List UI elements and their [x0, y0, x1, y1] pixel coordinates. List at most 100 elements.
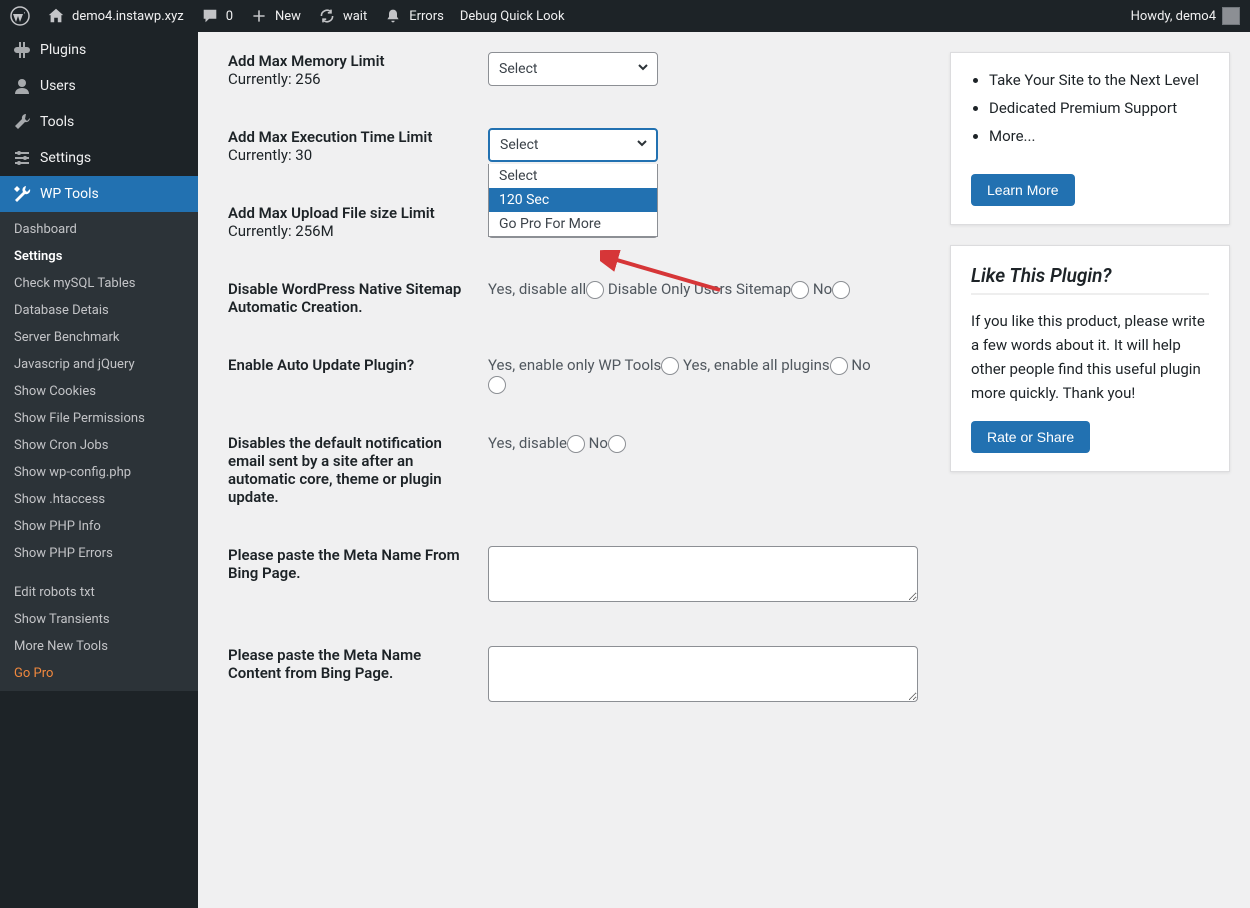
- errors-label: Errors: [409, 9, 444, 24]
- comments-count: 0: [226, 9, 233, 24]
- option-gopro[interactable]: Go Pro For More: [489, 212, 657, 236]
- sidebar-label: WP Tools: [40, 186, 99, 202]
- comment-icon: [200, 6, 220, 26]
- sub-cron[interactable]: Show Cron Jobs: [0, 432, 198, 459]
- radio-sitemap-users[interactable]: [791, 281, 809, 299]
- radio-label: Disable Only Users Sitemap: [608, 280, 791, 298]
- sidebar-label: Tools: [40, 114, 74, 130]
- premium-item: Dedicated Premium Support: [989, 99, 1209, 117]
- label-notify: Disables the default notification email …: [228, 434, 488, 506]
- label-exec: Add Max Execution Time Limit Currently: …: [228, 128, 488, 164]
- label-metacontent: Please paste the Meta Name Content from …: [228, 646, 488, 706]
- bell-icon: [383, 6, 403, 26]
- sub-wpconfig[interactable]: Show wp-config.php: [0, 459, 198, 486]
- sub-more[interactable]: More New Tools: [0, 633, 198, 660]
- card-like: Like This Plugin? If you like this produ…: [950, 245, 1230, 472]
- label-autoupdate: Enable Auto Update Plugin?: [228, 356, 488, 394]
- sidebar-label: Settings: [40, 150, 91, 166]
- sidebar-submenu: Dashboard Settings Check mySQL Tables Da…: [0, 212, 198, 691]
- sidebar-label: Plugins: [40, 42, 86, 58]
- comments-link[interactable]: 0: [200, 6, 233, 26]
- sub-perms[interactable]: Show File Permissions: [0, 405, 198, 432]
- sub-htaccess[interactable]: Show .htaccess: [0, 486, 198, 513]
- radio-au-wp[interactable]: [661, 357, 679, 375]
- radio-label: Yes, enable all plugins: [683, 356, 830, 374]
- sidebar-wptools[interactable]: WP Tools: [0, 176, 198, 212]
- radio-sitemap-all[interactable]: [586, 281, 604, 299]
- select-exec[interactable]: Select: [488, 128, 658, 162]
- errors-link[interactable]: Errors: [383, 6, 444, 26]
- row-sitemap: Disable WordPress Native Sitemap Automat…: [228, 280, 930, 316]
- admin-sidebar: Plugins Users Tools Settings WP Tools Da…: [0, 32, 198, 908]
- sidebar-plugins[interactable]: Plugins: [0, 32, 198, 68]
- sub-gopro[interactable]: Go Pro: [0, 660, 198, 687]
- like-text: If you like this product, please write a…: [971, 309, 1209, 405]
- howdy-link[interactable]: Howdy, demo4: [1131, 7, 1240, 25]
- label-memory: Add Max Memory Limit Currently: 256: [228, 52, 488, 88]
- radio-label: Yes, disable: [488, 434, 567, 452]
- radio-label: Yes, disable all: [488, 280, 586, 298]
- sub-robots[interactable]: Edit robots txt: [0, 579, 198, 606]
- aside-panel: Take Your Site to the Next Level Dedicat…: [950, 52, 1230, 492]
- users-icon: [12, 76, 32, 96]
- radio-label: No: [813, 280, 832, 298]
- plus-icon: [249, 6, 269, 26]
- like-title: Like This Plugin?: [971, 264, 1209, 295]
- label-sitemap: Disable WordPress Native Sitemap Automat…: [228, 280, 488, 316]
- radio-au-no[interactable]: [488, 376, 506, 394]
- radio-label: Yes, enable only WP Tools: [488, 356, 661, 374]
- row-exec: Add Max Execution Time Limit Currently: …: [228, 128, 930, 164]
- radio-sitemap-no[interactable]: [832, 281, 850, 299]
- debug-link[interactable]: Debug Quick Look: [460, 9, 565, 24]
- sub-db[interactable]: Database Detais: [0, 297, 198, 324]
- row-notify: Disables the default notification email …: [228, 434, 930, 506]
- premium-item: More...: [989, 127, 1209, 145]
- row-metaname: Please paste the Meta Name From Bing Pag…: [228, 546, 930, 606]
- sub-phperrors[interactable]: Show PHP Errors: [0, 540, 198, 567]
- sub-benchmark[interactable]: Server Benchmark: [0, 324, 198, 351]
- label-upload: Add Max Upload File size Limit Currently…: [228, 204, 488, 240]
- textarea-metacontent[interactable]: [488, 646, 918, 702]
- wait-label: wait: [343, 9, 367, 24]
- sidebar-label: Users: [40, 78, 76, 94]
- row-memory: Add Max Memory Limit Currently: 256 Sele…: [228, 52, 930, 88]
- avatar-icon: [1222, 7, 1240, 25]
- rate-share-button[interactable]: Rate or Share: [971, 421, 1090, 453]
- home-icon: [46, 6, 66, 26]
- wp-logo[interactable]: [10, 6, 30, 26]
- row-autoupdate: Enable Auto Update Plugin? Yes, enable o…: [228, 356, 930, 394]
- sub-js[interactable]: Javascrip and jQuery: [0, 351, 198, 378]
- chevron-down-icon: [637, 61, 649, 77]
- site-name: demo4.instawp.xyz: [72, 9, 184, 24]
- sidebar-settings[interactable]: Settings: [0, 140, 198, 176]
- learn-more-button[interactable]: Learn More: [971, 174, 1075, 206]
- radio-notify-yes[interactable]: [567, 435, 585, 453]
- refresh-icon: [317, 6, 337, 26]
- option-select[interactable]: Select: [489, 164, 657, 188]
- wait-link[interactable]: wait: [317, 6, 367, 26]
- premium-item: Take Your Site to the Next Level: [989, 71, 1209, 89]
- radio-au-all[interactable]: [830, 357, 848, 375]
- sliders-icon: [12, 148, 32, 168]
- radio-notify-no[interactable]: [608, 435, 626, 453]
- textarea-metaname[interactable]: [488, 546, 918, 602]
- wordpress-icon: [10, 6, 30, 26]
- option-120sec[interactable]: 120 Sec: [489, 188, 657, 212]
- select-memory[interactable]: Select: [488, 52, 658, 86]
- row-metacontent: Please paste the Meta Name Content from …: [228, 646, 930, 706]
- content-area: Add Max Memory Limit Currently: 256 Sele…: [198, 32, 1250, 786]
- sub-transients[interactable]: Show Transients: [0, 606, 198, 633]
- sub-phpinfo[interactable]: Show PHP Info: [0, 513, 198, 540]
- sidebar-tools[interactable]: Tools: [0, 104, 198, 140]
- howdy-text: Howdy, demo4: [1131, 9, 1216, 24]
- admin-bar: demo4.instawp.xyz 0 New wait Errors: [0, 0, 1250, 32]
- sub-settings[interactable]: Settings: [0, 243, 198, 270]
- site-link[interactable]: demo4.instawp.xyz: [46, 6, 184, 26]
- sub-dashboard[interactable]: Dashboard: [0, 216, 198, 243]
- sub-mysql[interactable]: Check mySQL Tables: [0, 270, 198, 297]
- sub-cookies[interactable]: Show Cookies: [0, 378, 198, 405]
- sidebar-users[interactable]: Users: [0, 68, 198, 104]
- new-link[interactable]: New: [249, 6, 301, 26]
- debug-label: Debug Quick Look: [460, 9, 565, 24]
- settings-form: Add Max Memory Limit Currently: 256 Sele…: [228, 52, 930, 746]
